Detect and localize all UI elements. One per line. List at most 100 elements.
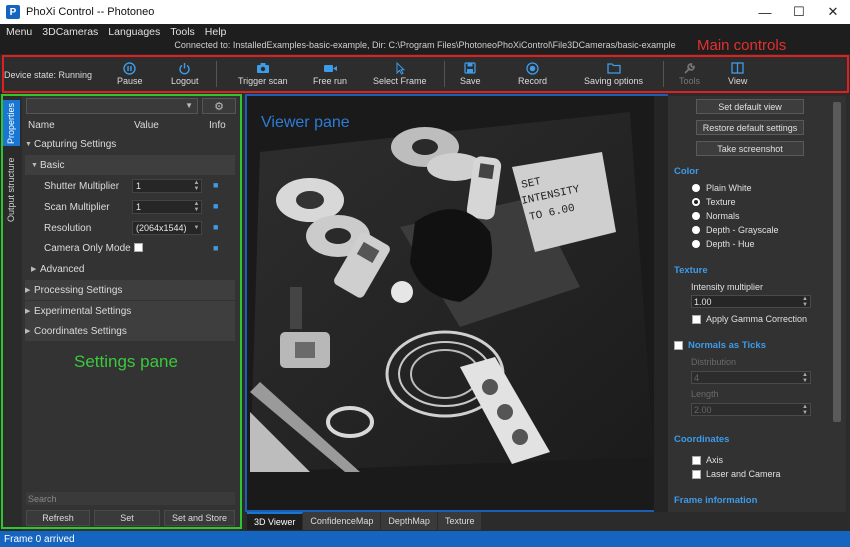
menu-menu[interactable]: Menu — [0, 26, 37, 38]
cursor-icon — [395, 60, 405, 76]
scan-multiplier-label: Scan Multiplier — [44, 201, 110, 213]
take-screenshot-button[interactable]: Take screenshot — [696, 141, 804, 156]
radio-texture[interactable]: Texture — [692, 196, 736, 208]
save-button[interactable]: Save — [460, 60, 481, 90]
right-panel-scrollbar[interactable] — [833, 102, 841, 422]
camera-icon — [256, 60, 270, 76]
gear-icon[interactable]: ⚙ — [202, 98, 236, 114]
length-input[interactable]: 2.00 ▲ ▼ — [691, 403, 811, 416]
coordinates-settings-row[interactable]: ▶ Coordinates Settings — [25, 321, 235, 341]
spinner-icon[interactable]: ▲ ▼ — [192, 201, 201, 213]
camera-only-mode-checkbox[interactable] — [134, 243, 143, 252]
saving-options-label: Saving options — [584, 76, 644, 86]
side-tabs: Properties Output structure — [0, 94, 22, 531]
video-icon — [323, 60, 338, 76]
tools-label: Tools — [679, 76, 701, 86]
restore-default-settings-button[interactable]: Restore default settings — [696, 120, 804, 135]
processing-settings-row[interactable]: ▶ Processing Settings — [25, 280, 235, 300]
column-header-value: Value — [134, 120, 159, 131]
maximize-icon[interactable]: ☐ — [782, 0, 816, 24]
axis-checkbox[interactable]: Axis — [692, 454, 723, 466]
menu-3dcameras[interactable]: 3DCameras — [37, 26, 103, 38]
tab-output-structure[interactable]: Output structure — [2, 150, 20, 230]
camera-only-mode-row: Camera Only Mode — [25, 238, 235, 258]
info-icon[interactable]: ■ — [213, 180, 221, 190]
panel-splitter[interactable] — [654, 96, 668, 512]
preset-dropdown[interactable]: ▼ — [26, 98, 198, 114]
experimental-settings-row[interactable]: ▶ Experimental Settings — [25, 301, 235, 321]
caret-right-icon: ▶ — [25, 308, 31, 315]
processing-settings-label: Processing Settings — [34, 284, 123, 296]
intensity-multiplier-input[interactable]: 1.00 ▲ ▼ — [691, 295, 811, 308]
pause-button[interactable]: Pause — [117, 60, 143, 90]
tab-depth-map[interactable]: DepthMap — [381, 512, 438, 530]
select-frame-label: Select Frame — [373, 76, 427, 86]
radio-depth-grayscale[interactable]: Depth - Grayscale — [692, 224, 779, 236]
color-section-title: Color — [674, 166, 699, 177]
menu-languages[interactable]: Languages — [103, 26, 165, 38]
info-icon[interactable]: ■ — [213, 201, 221, 211]
menu-tools[interactable]: Tools — [165, 26, 200, 38]
free-run-button[interactable]: Free run — [313, 60, 347, 90]
point-cloud-render[interactable]: SET INTENSITY TO 6.00 — [250, 112, 664, 472]
spinner-icon[interactable]: ▲ ▼ — [192, 180, 201, 192]
saving-options-button[interactable]: Saving options — [584, 60, 643, 90]
minimize-icon[interactable]: — — [748, 0, 782, 24]
save-label: Save — [460, 76, 481, 86]
advanced-label: Advanced — [40, 263, 85, 275]
trigger-scan-label: Trigger scan — [238, 76, 288, 86]
chevron-down-icon: ▼ — [185, 101, 193, 110]
capturing-settings-row[interactable]: ▼ Capturing Settings — [25, 134, 235, 154]
coordinates-section-title: Coordinates — [674, 434, 730, 445]
close-icon[interactable]: ✕ — [816, 0, 850, 24]
normals-as-ticks-checkbox[interactable]: Normals as Ticks — [674, 339, 766, 351]
tab-3d-viewer[interactable]: 3D Viewer — [247, 512, 304, 530]
device-state: Device state: Running — [4, 70, 93, 80]
record-button[interactable]: Record — [518, 60, 547, 90]
logout-button[interactable]: Logout — [171, 60, 199, 90]
viewer-tabs: 3D Viewer ConfidenceMap DepthMap Texture — [247, 512, 483, 530]
wrench-icon — [683, 60, 696, 76]
refresh-button[interactable]: Refresh — [26, 510, 90, 526]
viewer-pane-annotation: Viewer pane — [261, 114, 350, 131]
radio-depth-hue[interactable]: Depth - Hue — [692, 238, 755, 250]
info-icon[interactable]: ■ — [213, 222, 221, 232]
radio-normals[interactable]: Normals — [692, 210, 740, 222]
menu-help[interactable]: Help — [200, 26, 232, 38]
tab-texture[interactable]: Texture — [437, 512, 483, 530]
length-label: Length — [691, 389, 719, 399]
select-frame-button[interactable]: Select Frame — [373, 60, 427, 90]
set-and-store-button[interactable]: Set and Store — [164, 510, 235, 526]
experimental-settings-label: Experimental Settings — [34, 305, 132, 317]
caret-right-icon: ▶ — [25, 287, 31, 294]
advanced-row[interactable]: ▶ Advanced — [25, 259, 235, 279]
caret-down-icon: ▼ — [25, 140, 32, 148]
laser-and-camera-checkbox[interactable]: Laser and Camera — [692, 468, 781, 480]
basic-row[interactable]: ▼ Basic — [25, 155, 235, 175]
tab-confidence-map[interactable]: ConfidenceMap — [303, 512, 382, 530]
search-input[interactable]: Search — [26, 492, 235, 505]
view-button[interactable]: View — [728, 60, 747, 90]
folder-icon — [606, 60, 621, 76]
info-icon[interactable]: ■ — [213, 243, 221, 253]
capturing-settings-label: Capturing Settings — [34, 138, 117, 150]
tools-button[interactable]: Tools — [679, 60, 700, 90]
set-button[interactable]: Set — [94, 510, 160, 526]
free-run-label: Free run — [313, 76, 348, 86]
set-default-view-button[interactable]: Set default view — [696, 99, 804, 114]
trigger-scan-button[interactable]: Trigger scan — [238, 60, 288, 90]
distribution-input[interactable]: 4 ▲ ▼ — [691, 371, 811, 384]
pause-label: Pause — [117, 76, 143, 86]
tab-properties[interactable]: Properties — [2, 100, 20, 146]
app-logo-icon: P — [6, 5, 20, 19]
record-icon — [526, 60, 539, 76]
shutter-multiplier-label: Shutter Multiplier — [44, 180, 120, 192]
gamma-correction-checkbox[interactable]: Apply Gamma Correction — [692, 313, 807, 325]
column-header-info: Info — [209, 120, 226, 131]
power-icon — [178, 60, 191, 76]
floppy-disk-icon — [464, 60, 476, 76]
radio-plain-white[interactable]: Plain White — [692, 182, 752, 194]
record-label: Record — [518, 76, 548, 86]
view-label: View — [728, 76, 748, 86]
caret-right-icon: ▶ — [25, 328, 31, 335]
